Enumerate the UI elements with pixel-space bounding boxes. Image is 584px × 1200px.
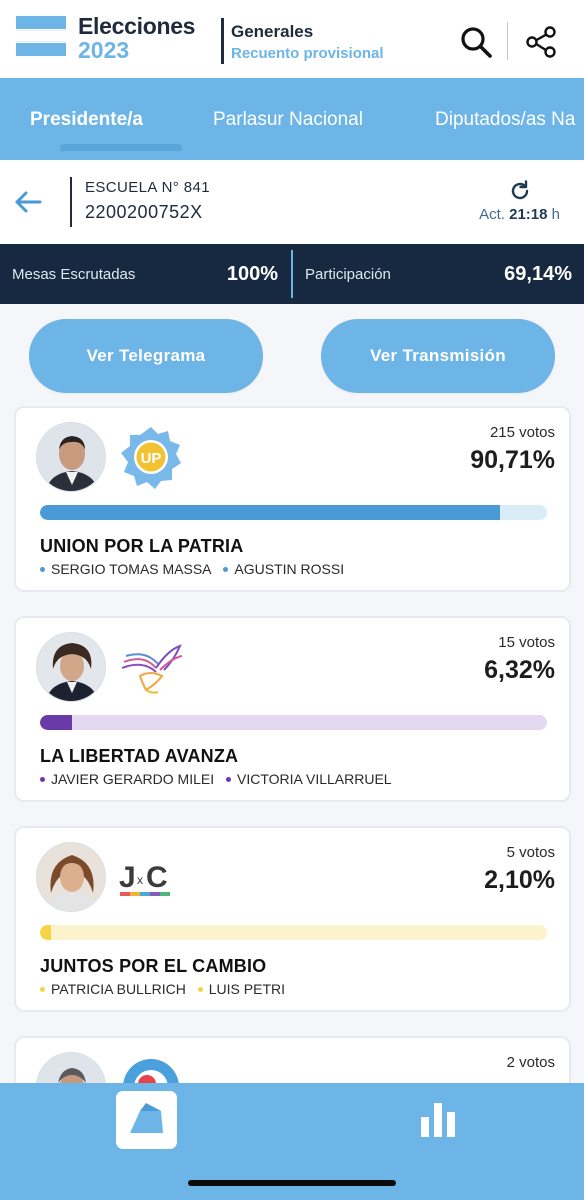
candidate-avatar [36,632,106,702]
stats-divider [291,250,293,298]
ballot-box-icon [130,1103,163,1133]
party-card-union-por-la-patria[interactable]: UP 215 votos 90,71% UNION POR LA PATRIA … [14,406,571,592]
candidate-name: VICTORIA VILLARRUEL [237,771,392,787]
ver-transmision-button[interactable]: Ver Transmisión [321,319,555,393]
candidate-list: JAVIER GERARDO MILEI VICTORIA VILLARRUEL [40,771,400,787]
updated-time: 21:18 [509,206,548,223]
party-votes: 215 votos [489,424,555,441]
mesas-value: 100% [226,263,278,285]
tab-parlasur-nacional[interactable]: Parlasur Nacional [213,109,363,131]
svg-text:J: J [119,861,136,894]
party-percent: 6,32% [484,656,555,684]
candidate-name: SERGIO TOMAS MASSA [51,561,212,577]
ver-telegrama-button[interactable]: Ver Telegrama [29,319,263,393]
search-icon [461,27,492,58]
search-button[interactable] [458,24,494,60]
bar-chart-icon [421,1103,455,1137]
bottom-navigation [0,1083,584,1200]
brand-year: 2023 [78,37,130,63]
candidate-avatar [36,842,106,912]
candidate-bullet [40,776,45,782]
candidate-bullet [226,776,231,782]
candidate-name: LUIS PETRI [208,981,285,997]
party-name: JUNTOS POR EL CAMBIO [40,956,267,976]
school-row: ESCUELA N° 841 2200200752X Act. 21:18 h [0,160,584,244]
party-percent: 2,10% [484,866,555,894]
candidate-name: PATRICIA BULLRICH [51,981,186,997]
header-icon-divider [507,22,508,60]
vote-share-fill [40,715,73,730]
vote-share-bar [40,925,547,940]
home-indicator [188,1180,396,1186]
candidate-bullet [40,566,45,572]
participacion-value: 69,14% [504,263,572,285]
nav-ballot-button[interactable] [116,1091,177,1149]
candidate-bullet [40,986,45,992]
vote-share-fill [40,505,500,520]
candidate-name: JAVIER GERARDO MILEI [51,771,215,787]
party-votes: 5 votos [506,844,555,861]
category-tabs: Presidente/a Parlasur Nacional Diputados… [0,78,584,160]
app-header: Elecciones 2023 Generales Recuento provi… [0,0,584,78]
back-button[interactable] [12,186,44,218]
juntos-por-el-cambio-logo: J x C [116,842,186,912]
updated-prefix: Act. [479,206,505,223]
share-button[interactable] [523,24,559,60]
participacion-label: Participación [305,266,391,283]
party-votes: 15 votos [498,634,555,651]
svg-text:C: C [146,861,168,894]
candidate-name: AGUSTIN ROSSI [234,561,345,577]
la-libertad-avanza-logo [116,632,186,702]
school-name: ESCUELA N° 841 [85,179,210,196]
nav-results-chart-button[interactable] [419,1099,459,1139]
party-votes: 2 votos [506,1054,555,1071]
argentina-flag-logo [16,16,66,56]
vote-share-bar [40,505,547,520]
party-card-la-libertad-avanza[interactable]: 15 votos 6,32% LA LIBERTAD AVANZA JAVIER… [14,616,571,802]
candidate-list: SERGIO TOMAS MASSA AGUSTIN ROSSI [40,561,352,577]
vote-share-fill [40,925,51,940]
arrow-left-icon [15,191,42,213]
candidate-bullet [197,986,203,992]
brand-title: Elecciones [78,13,196,39]
party-card-juntos-por-el-cambio[interactable]: J x C 5 votos 2,10% JUNTOS POR EL CAMBIO… [14,826,571,1012]
tab-diputados[interactable]: Diputados/as Na [435,109,575,131]
candidate-bullet [223,566,229,572]
mesas-label: Mesas Escrutadas [12,266,136,283]
school-code: 2200200752X [85,202,203,222]
last-updated: Act. 21:18 h [479,206,560,223]
party-name: LA LIBERTAD AVANZA [40,746,239,766]
candidate-list: PATRICIA BULLRICH LUIS PETRI [40,981,293,997]
share-icon [526,26,556,58]
party-name: UNION POR LA PATRIA [40,536,244,556]
tab-presidente[interactable]: Presidente/a [30,109,143,131]
candidate-avatar [36,422,106,492]
refresh-icon [511,180,529,200]
header-divider [221,18,224,64]
refresh-button[interactable] [508,179,532,203]
updated-suffix: h [551,206,560,223]
vote-share-bar [40,715,547,730]
union-por-la-patria-logo: UP [116,422,186,492]
active-tab-indicator [60,144,182,151]
party-percent: 90,71% [470,446,555,474]
school-divider [70,177,72,227]
section-title: Generales [231,22,314,41]
up-logo-text: UP [141,450,162,467]
stats-bar: Mesas Escrutadas 100% Participación 69,1… [0,244,584,304]
section-subtitle: Recuento provisional [231,45,384,62]
svg-text:x: x [137,873,143,887]
